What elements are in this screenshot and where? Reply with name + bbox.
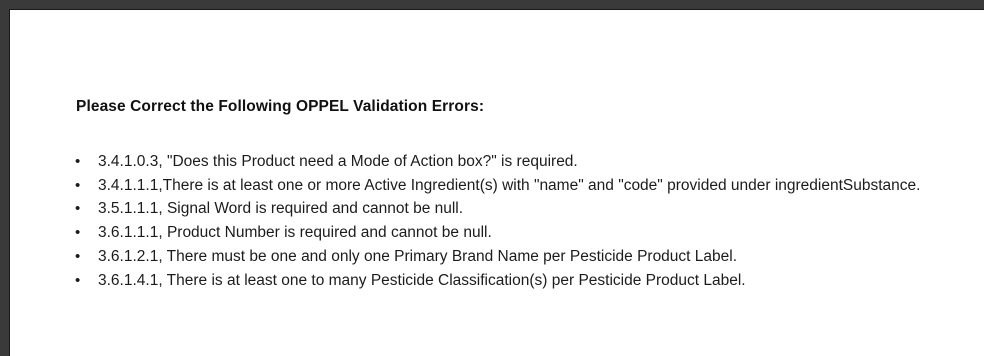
validation-error-text: 3.4.1.1.1,There is at least one or more … [98, 176, 921, 194]
validation-errors-panel: Please Correct the Following OPPEL Valid… [9, 9, 984, 356]
validation-error-text: 3.5.1.1.1, Signal Word is required and c… [98, 200, 464, 218]
bullet-icon: • [75, 224, 81, 242]
bullet-icon: • [75, 153, 81, 170]
bullet-icon: • [75, 271, 81, 289]
validation-error-item: • 3.6.1.1.1, Product Number is required … [70, 221, 950, 245]
validation-error-item: • 3.4.1.0.3, "Does this Product need a M… [70, 150, 950, 174]
validation-error-item: • 3.4.1.1.1,There is at least one or mor… [70, 174, 950, 198]
validation-error-text: 3.6.1.2.1, There must be one and only on… [98, 247, 738, 265]
validation-error-item: • 3.6.1.4.1, There is at least one to ma… [70, 269, 950, 293]
validation-errors-heading: Please Correct the Following OPPEL Valid… [76, 98, 485, 115]
bullet-icon: • [75, 247, 81, 265]
window-frame: Please Correct the Following OPPEL Valid… [0, 0, 984, 356]
validation-error-text: 3.6.1.1.1, Product Number is required an… [98, 224, 492, 242]
validation-error-text: 3.6.1.4.1, There is at least one to many… [98, 271, 746, 289]
bullet-icon: • [75, 200, 81, 218]
validation-error-text: 3.4.1.0.3, "Does this Product need a Mod… [98, 153, 578, 170]
bullet-icon: • [75, 176, 81, 194]
validation-errors-list: • 3.4.1.0.3, "Does this Product need a M… [70, 150, 950, 292]
validation-error-item: • 3.5.1.1.1, Signal Word is required and… [70, 197, 950, 221]
validation-error-item: • 3.6.1.2.1, There must be one and only … [70, 245, 950, 269]
